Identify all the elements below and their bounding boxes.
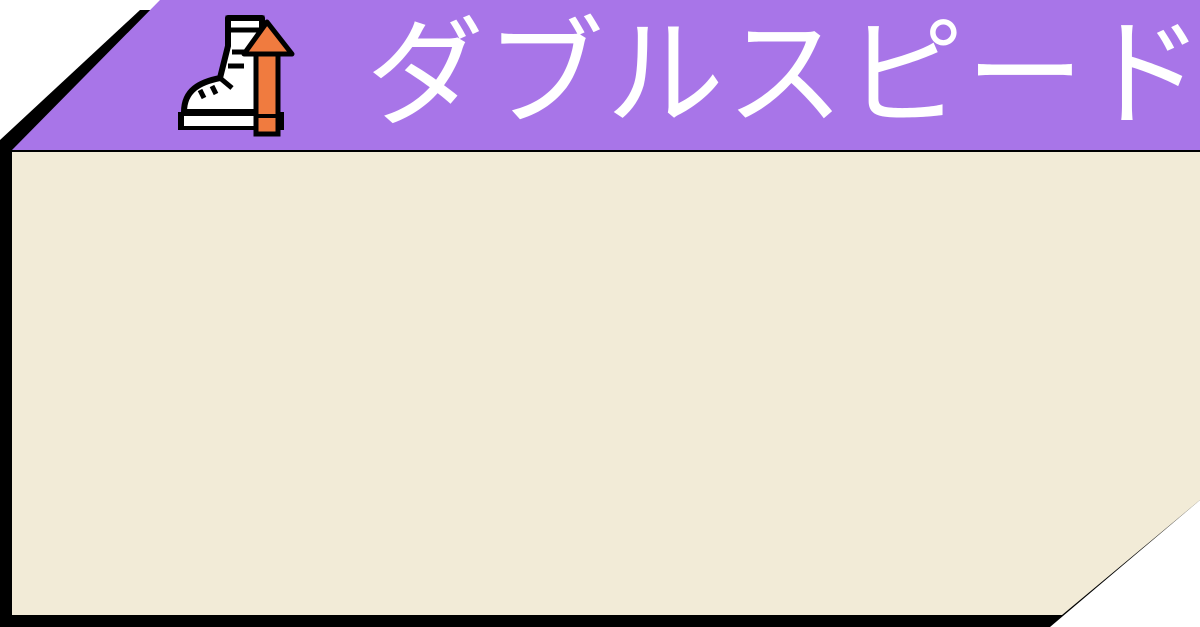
card: ダブルスピード [0, 0, 1200, 627]
card-title: ダブルスピード [366, 5, 1200, 143]
arrow-shaft [256, 52, 278, 134]
speed-boot-arrow-icon [178, 15, 295, 137]
card-body-area [12, 152, 1162, 612]
